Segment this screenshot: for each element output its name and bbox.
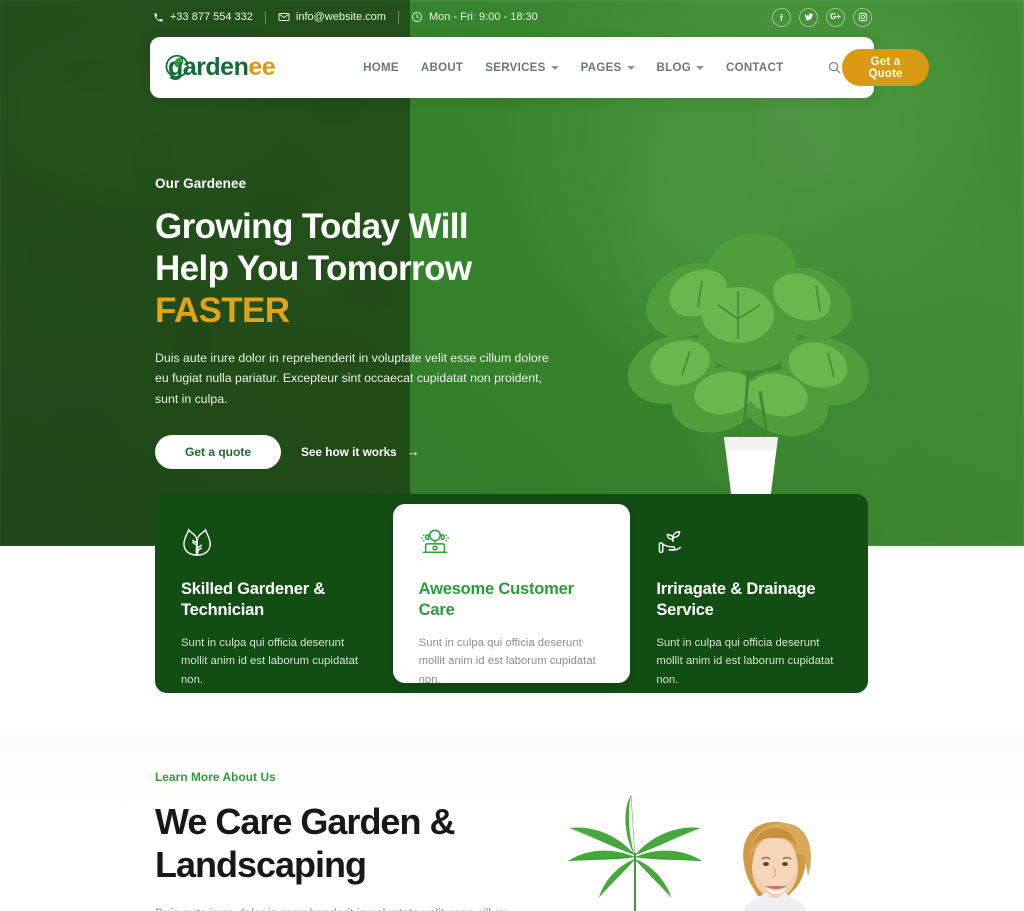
hero-actions: Get a quote See how it works → (155, 434, 575, 469)
nav-item-services[interactable]: SERVICES (485, 61, 559, 74)
feature-card-skilled-gardener[interactable]: Skilled Gardener & Technician Sunt in cu… (155, 494, 393, 693)
nav-label: SERVICES (485, 61, 546, 74)
about-description: Duis aute irure dolor in reprehenderit i… (155, 903, 515, 911)
google-plus-icon[interactable]: G+ (826, 7, 845, 27)
opening-hours: Mon - Fri: 9:00 - 18:30 (411, 11, 538, 23)
monstera-plant-image (620, 205, 880, 505)
about-title-line1: We Care Garden & (155, 801, 455, 842)
see-how-it-works-link[interactable]: See how it works → (301, 445, 420, 459)
woman-portrait-photo (700, 808, 880, 911)
nav-item-blog[interactable]: BLOG (657, 62, 704, 74)
chevron-down-icon (550, 65, 559, 70)
hero-eyebrow: Our Gardenee (155, 176, 247, 191)
hero-title: Growing Today Will Help You Tomorrow FAS… (155, 206, 575, 332)
feature-description: Sunt in culpa qui officia deserunt molli… (418, 636, 596, 686)
hero-title-accent: FASTER (155, 291, 290, 330)
about-title-line2: Landscaping (155, 844, 367, 886)
site-header: gardenee HOME ABOUT SERVICES PAGES BLOG (150, 37, 929, 98)
feature-description: Sunt in culpa qui officia deserunt molli… (181, 636, 359, 686)
nav-item-pages[interactable]: PAGES (581, 62, 635, 74)
facebook-icon[interactable] (772, 7, 791, 27)
logo-text-accent: ee (248, 53, 276, 81)
phone-contact[interactable]: +33 877 554 332 (152, 11, 253, 23)
feature-card-irrigation-drainage[interactable]: Irriragate & Drainage Service Sunt in cu… (630, 494, 868, 693)
phone-number: +33 877 554 332 (170, 11, 253, 23)
nav-label: CONTACT (725, 61, 784, 74)
top-info-bar: +33 877 554 332 info@website.com Mon - F… (0, 0, 1024, 34)
top-contact-group: +33 877 554 332 info@website.com Mon - F… (152, 10, 538, 24)
feature-card-customer-care[interactable]: Awesome Customer Care Sunt in culpa qui … (392, 504, 631, 686)
nav-item-contact[interactable]: CONTACT (726, 62, 783, 74)
nav-label: ABOUT (420, 61, 464, 74)
nav-item-home[interactable]: HOME (363, 62, 399, 74)
hand-holding-plant-icon (656, 527, 842, 557)
nav-label: PAGES (580, 61, 622, 74)
nav-label: HOME (363, 61, 399, 74)
divider (397, 10, 399, 24)
hero-title-line1: Growing Today Will (155, 207, 469, 246)
hero-title-line2: Help You Tomorrow (155, 249, 472, 288)
hero-content: Our Gardenee Growing Today Will Help You… (155, 176, 575, 469)
chevron-down-icon (626, 65, 635, 70)
envelope-icon (278, 11, 290, 23)
arrow-right-icon: → (406, 444, 420, 460)
hours-text: Mon - Fri: 9:00 - 18:30 (428, 11, 538, 23)
hero-get-a-quote-button[interactable]: Get a quote (155, 434, 281, 469)
search-icon[interactable] (827, 60, 842, 75)
social-links: G+ (772, 7, 872, 27)
feature-cards-panel: Skilled Gardener & Technician Sunt in cu… (155, 494, 868, 693)
leaf-logo-icon (164, 52, 190, 83)
clock-icon (411, 11, 423, 23)
feature-description: Sunt in culpa qui officia deserunt molli… (656, 636, 834, 686)
logo[interactable]: gardenee (164, 52, 276, 83)
email-contact[interactable]: info@website.com (278, 11, 386, 23)
about-content: Learn More About Us We Care Garden & Lan… (155, 770, 555, 911)
twitter-icon[interactable] (799, 7, 818, 27)
nav-label: BLOG (656, 61, 691, 74)
about-title: We Care Garden & Landscaping (155, 800, 555, 886)
get-a-quote-button[interactable]: Get a Quote (842, 49, 929, 86)
customer-support-agent-icon (419, 527, 605, 557)
about-eyebrow: Learn More About Us (155, 770, 276, 784)
chevron-down-icon (695, 65, 704, 70)
landing-page: +33 877 554 332 info@website.com Mon - F… (0, 0, 1024, 911)
feature-title: Irriragate & Drainage Service (656, 580, 816, 619)
divider (264, 10, 266, 24)
email-address: info@website.com (295, 11, 386, 23)
instagram-icon[interactable] (853, 7, 872, 27)
nav-item-about[interactable]: ABOUT (421, 62, 463, 74)
phone-icon (152, 11, 164, 23)
see-how-it-works-label: See how it works (301, 444, 397, 459)
feature-title: Awesome Customer Care (418, 580, 574, 619)
leaves-icon (181, 527, 367, 557)
main-navigation: HOME ABOUT SERVICES PAGES BLOG CONTACT (363, 60, 842, 75)
feature-title: Skilled Gardener & Technician (181, 580, 326, 619)
hero-description: Duis aute irure dolor in reprehenderit i… (155, 351, 549, 406)
